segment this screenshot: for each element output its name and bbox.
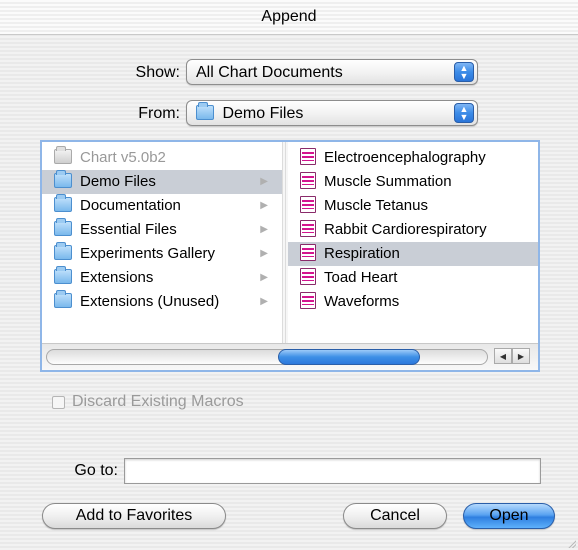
- folder-icon: [54, 290, 72, 308]
- list-item-extensions[interactable]: Extensions ▶: [42, 266, 282, 290]
- app-icon: [54, 146, 72, 164]
- list-item-label: Respiration: [324, 245, 400, 262]
- from-label: From:: [138, 105, 180, 122]
- show-label: Show:: [135, 64, 180, 81]
- list-item-essential-files[interactable]: Essential Files ▶: [42, 218, 282, 242]
- disclosure-triangle-icon: ▶: [260, 200, 268, 211]
- list-item-label: Experiments Gallery: [80, 245, 216, 262]
- scroll-track[interactable]: [46, 349, 488, 365]
- list-item-label: Rabbit Cardiorespiratory: [324, 221, 487, 238]
- list-item-label: Toad Heart: [324, 269, 398, 286]
- chart-document-icon: [300, 172, 316, 189]
- list-item-label: Muscle Tetanus: [324, 197, 428, 214]
- chart-document-icon: [300, 196, 316, 213]
- add-to-favorites-button[interactable]: Add to Favorites: [42, 503, 226, 529]
- popup-arrows-icon: ▲ ▼: [454, 103, 474, 123]
- scroll-left-arrow-icon[interactable]: ◀: [494, 348, 512, 364]
- folder-icon: [196, 102, 214, 120]
- window-title: Append: [261, 8, 317, 25]
- chart-document-icon: [300, 292, 316, 309]
- resize-grip-icon[interactable]: [566, 538, 576, 548]
- from-popup[interactable]: Demo Files ▲ ▼: [186, 100, 478, 126]
- folder-icon: [54, 170, 72, 188]
- list-item-demo-files[interactable]: Demo Files ▶: [42, 170, 282, 194]
- discard-macros-checkbox[interactable]: [52, 396, 65, 409]
- chart-document-icon: [300, 244, 316, 261]
- cancel-button[interactable]: Cancel: [343, 503, 447, 529]
- list-item-label: Waveforms: [324, 293, 400, 310]
- browser-column-2: Electroencephalography Muscle Summation …: [288, 142, 538, 342]
- window-title-bar[interactable]: Append: [0, 0, 578, 35]
- list-item-muscle-summation[interactable]: Muscle Summation: [288, 170, 538, 194]
- chart-document-icon: [300, 220, 316, 237]
- disclosure-triangle-icon: ▶: [260, 224, 268, 235]
- list-item-label: Extensions (Unused): [80, 293, 220, 310]
- scroll-right-arrow-icon[interactable]: ▶: [512, 348, 530, 364]
- open-button[interactable]: Open: [463, 503, 555, 529]
- list-item-electroencephalography[interactable]: Electroencephalography: [288, 146, 538, 170]
- disclosure-triangle-icon: ▶: [260, 248, 268, 259]
- popup-arrows-icon: ▲ ▼: [454, 62, 474, 82]
- list-item-label: Documentation: [80, 197, 181, 214]
- list-item-label: Demo Files: [80, 173, 156, 190]
- disclosure-triangle-icon: ▶: [260, 272, 268, 283]
- list-item-label: Muscle Summation: [324, 173, 452, 190]
- chart-document-icon: [300, 148, 316, 165]
- folder-icon: [54, 194, 72, 212]
- list-item-documentation[interactable]: Documentation ▶: [42, 194, 282, 218]
- goto-input[interactable]: [124, 458, 541, 484]
- chart-document-icon: [300, 268, 316, 285]
- show-popup[interactable]: All Chart Documents ▲ ▼: [186, 59, 478, 85]
- list-item-label: Essential Files: [80, 221, 177, 238]
- folder-icon: [54, 266, 72, 284]
- disclosure-triangle-icon: ▶: [260, 176, 268, 187]
- list-item-respiration[interactable]: Respiration: [288, 242, 538, 266]
- list-item-toad-heart[interactable]: Toad Heart: [288, 266, 538, 290]
- browser-column-1: Chart v5.0b2 Demo Files ▶ Documentation …: [42, 142, 282, 342]
- list-item-extensions-unused[interactable]: Extensions (Unused) ▶: [42, 290, 282, 314]
- folder-icon: [54, 218, 72, 236]
- list-item-rabbit-cardiorespiratory[interactable]: Rabbit Cardiorespiratory: [288, 218, 538, 242]
- show-popup-value: All Chart Documents: [196, 64, 343, 81]
- list-item-label: Chart v5.0b2: [80, 149, 166, 166]
- horizontal-scrollbar[interactable]: ◀ ▶: [42, 343, 538, 370]
- disclosure-triangle-icon: ▶: [260, 296, 268, 307]
- list-item-experiments-gallery[interactable]: Experiments Gallery ▶: [42, 242, 282, 266]
- file-browser: Chart v5.0b2 Demo Files ▶ Documentation …: [40, 140, 540, 372]
- from-popup-value: Demo Files: [222, 105, 304, 122]
- goto-label: Go to:: [74, 462, 118, 479]
- list-item-label: Electroencephalography: [324, 149, 486, 166]
- list-item-waveforms[interactable]: Waveforms: [288, 290, 538, 314]
- discard-macros-label: Discard Existing Macros: [72, 393, 244, 410]
- list-item-label: Extensions: [80, 269, 154, 286]
- scroll-thumb[interactable]: [278, 349, 420, 365]
- list-item-muscle-tetanus[interactable]: Muscle Tetanus: [288, 194, 538, 218]
- folder-icon: [54, 242, 72, 260]
- list-item-chart-app[interactable]: Chart v5.0b2: [42, 146, 282, 170]
